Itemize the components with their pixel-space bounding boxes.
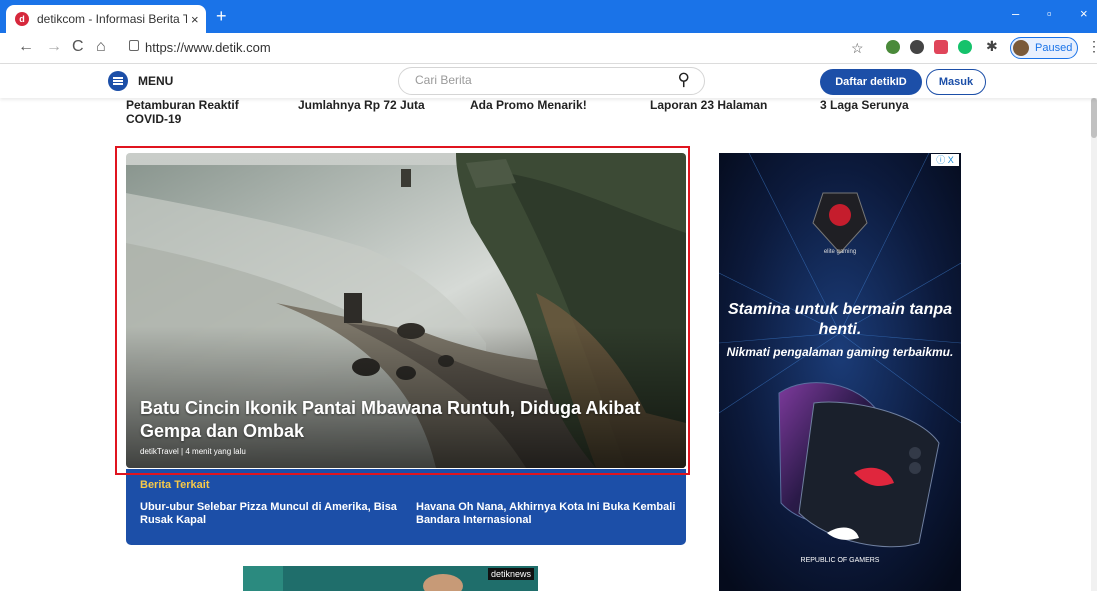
search-icon[interactable]: ⚲ [678,70,690,90]
register-button[interactable]: Daftar detikID [820,69,922,95]
home-icon[interactable]: ⌂ [96,38,106,56]
tab-title: detikcom - Informasi Berita Terki [37,12,187,26]
forward-arrow-icon[interactable]: → [46,38,62,56]
menu-label: MENU [138,74,174,88]
related-item[interactable]: Havana Oh Nana, Akhirnya Kota Ini Buka K… [416,501,681,527]
minimize-button[interactable]: – [1012,6,1019,21]
tab-close-icon[interactable]: × [191,12,199,27]
highlight-box [115,146,690,475]
restore-button[interactable]: ▫ [1047,6,1052,21]
search-input[interactable] [413,72,667,88]
profile-status: Paused [1035,42,1073,54]
top-headline-2[interactable]: Jumlahnya Rp 72 Juta [298,98,448,112]
browser-toolbar: ← → C ⌂ https://www.detik.com ☆ ✱ Paused… [0,33,1097,64]
detik-favicon-icon: d [15,12,29,26]
related-news-panel: Berita Terkait Ubur-ubur Selebar Pizza M… [126,469,686,545]
ad-brand-logo: REPUBLIC OF GAMERS [800,557,880,564]
page-scrollbar[interactable] [1091,98,1097,591]
back-arrow-icon[interactable]: ← [18,38,34,56]
profile-button[interactable]: Paused [1010,37,1078,59]
thumbnail-brand: detiknews [487,568,534,580]
avatar [1013,40,1029,56]
extension-circle-icon[interactable] [910,40,924,54]
related-heading: Berita Terkait [140,479,210,491]
top-headline-4[interactable]: Laporan 23 Halaman [650,98,800,112]
top-headline-5[interactable]: 3 Laga Serunya [820,98,960,112]
side-advertisement[interactable]: ⓘ X elite gaming Stamina untuk bermain t… [719,153,961,591]
extension-leaf-icon[interactable] [886,40,900,54]
browser-menu-icon[interactable]: ⋮ [1087,38,1097,55]
bookmark-star-icon[interactable]: ☆ [851,40,864,57]
scrollbar-thumb[interactable] [1091,98,1097,138]
extensions-puzzle-icon[interactable]: ✱ [986,38,998,55]
extension-grammarly-icon[interactable] [958,40,972,54]
url-text: https://www.detik.com [145,40,271,55]
extension-pocket-icon[interactable] [934,40,948,54]
related-item[interactable]: Ubur-ubur Selebar Pizza Muncul di Amerik… [140,501,405,527]
next-story-thumbnail[interactable]: detiknews [243,566,538,591]
search-box[interactable]: ⚲ [398,67,705,95]
menu-button[interactable]: MENU [108,71,173,91]
browser-tab[interactable]: d detikcom - Informasi Berita Terki × [6,5,206,33]
browser-titlebar: d detikcom - Informasi Berita Terki × + … [0,0,1097,33]
ad-chip-label: elite gaming [823,249,857,255]
ad-subheadline: Nikmati pengalaman gaming terbaikmu. [726,345,954,359]
close-window-button[interactable]: × [1080,6,1088,21]
lock-icon [129,40,139,51]
top-headline-1[interactable]: Petamburan Reaktif COVID-19 [126,98,266,126]
login-button[interactable]: Masuk [926,69,986,95]
hamburger-icon [108,71,128,91]
top-headline-3[interactable]: Ada Promo Menarik! [470,98,620,112]
new-tab-button[interactable]: + [216,6,227,26]
ad-headline: Stamina untuk bermain tanpa henti. [727,301,953,338]
ad-choices-icon[interactable]: ⓘ X [931,154,959,166]
reload-icon[interactable]: C [72,38,84,56]
site-header: MENU ⚲ Daftar detikID Masuk [0,64,1097,98]
